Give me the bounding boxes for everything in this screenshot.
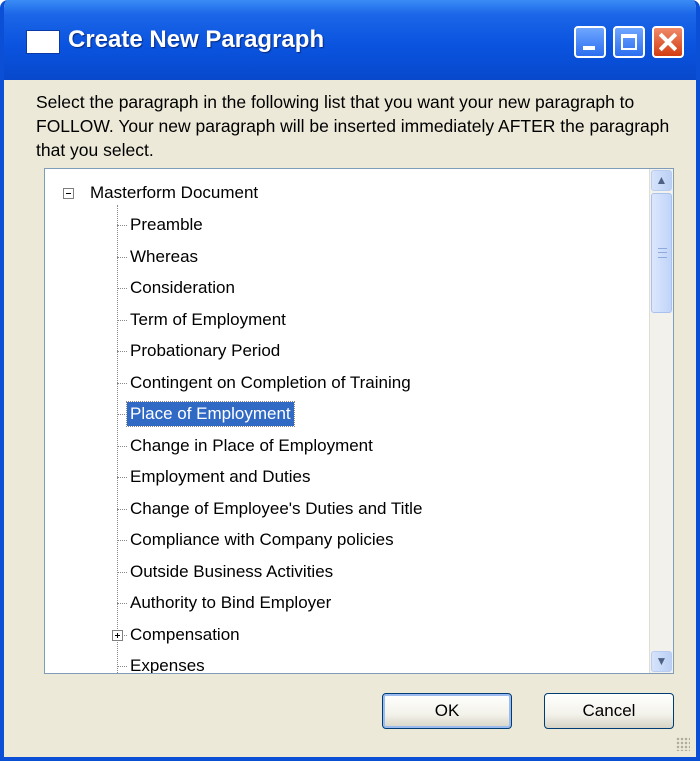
tree-node[interactable]: Place of Employment [126, 401, 295, 427]
tree-node[interactable]: Compliance with Company policies [127, 528, 397, 552]
tree-node[interactable]: Expenses [127, 654, 208, 673]
tree-connector-dash [117, 540, 127, 541]
tree-node[interactable]: Contingent on Completion of Training [127, 371, 414, 395]
scroll-thumb[interactable] [651, 193, 672, 313]
tree-connector-dash [117, 256, 127, 258]
scroll-grip-icon [658, 248, 667, 258]
collapse-icon[interactable] [63, 188, 74, 199]
expand-icon[interactable] [112, 629, 123, 641]
tree-connector-dash [117, 571, 127, 573]
scroll-down-button[interactable]: ▼ [651, 651, 672, 672]
scroll-up-button[interactable]: ▲ [651, 170, 672, 191]
tree-node[interactable]: Term of Employment [127, 308, 289, 332]
tree-node[interactable]: Change of Employee's Duties and Title [127, 497, 425, 521]
tree-node[interactable]: Outside Business Activities [127, 560, 336, 584]
ok-button[interactable]: OK [382, 693, 512, 729]
window-icon [26, 30, 60, 54]
tree-connector-dash [117, 445, 127, 447]
tree-node[interactable]: Change in Place of Employment [127, 434, 376, 458]
maximize-button[interactable] [613, 26, 645, 58]
title-bar[interactable]: Create New Paragraph [4, 0, 696, 80]
tree-connector-dash [117, 666, 127, 667]
tree-connector-dash [117, 225, 127, 226]
tree-node[interactable]: Consideration [127, 276, 238, 300]
instructions-text: Select the paragraph in the following li… [36, 92, 670, 160]
tree-content: Masterform Document Preamble Whereas Consi… [45, 169, 650, 673]
tree-node[interactable]: Compensation [127, 623, 243, 647]
tree-root-node[interactable]: Masterform Document [87, 181, 261, 205]
minimize-button[interactable] [574, 26, 606, 58]
tree-connector-dash [117, 382, 127, 384]
tree-connector-dash [117, 477, 127, 478]
tree-node[interactable]: Probationary Period [127, 339, 283, 363]
tree-connector-dash [117, 603, 127, 604]
dialog-window: Create New Paragraph Select the paragrap… [0, 0, 700, 761]
paragraph-tree[interactable]: Masterform Document Preamble Whereas Consi… [44, 168, 674, 674]
tree-node[interactable]: Authority to Bind Employer [127, 591, 334, 615]
tree-connector-dash [117, 414, 127, 415]
tree-node[interactable]: Whereas [127, 245, 201, 269]
tree-node[interactable]: Preamble [127, 213, 206, 237]
tree-connector-dash [117, 288, 127, 289]
close-button[interactable] [652, 26, 684, 58]
cancel-button[interactable]: Cancel [544, 693, 674, 729]
tree-connector-dash [117, 319, 127, 321]
resize-grip-icon[interactable] [676, 737, 690, 751]
vertical-scrollbar[interactable]: ▲ ▼ [649, 169, 673, 673]
tree-node[interactable]: Employment and Duties [127, 465, 313, 489]
window-title: Create New Paragraph [68, 26, 325, 53]
tree-connector-dash [117, 351, 127, 352]
tree-connector-dash [117, 508, 127, 510]
